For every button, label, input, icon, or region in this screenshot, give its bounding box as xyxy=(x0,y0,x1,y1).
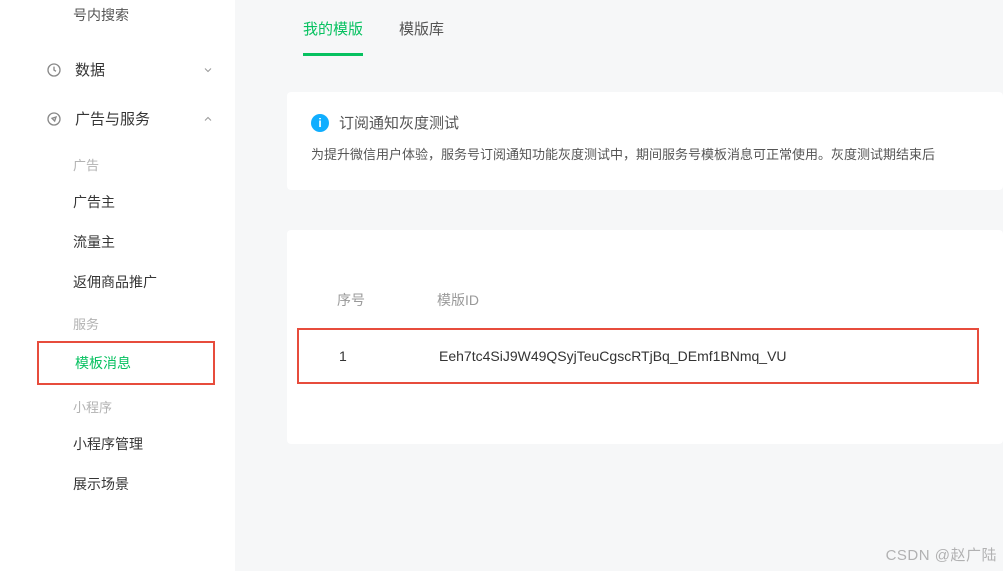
notice-description: 为提升微信用户体验，服务号订阅通知功能灰度测试中，期间服务号模板消息可正常使用。… xyxy=(311,145,979,166)
sidebar-item-advertiser[interactable]: 广告主 xyxy=(45,182,235,222)
chevron-down-icon xyxy=(201,63,215,77)
tab-label: 模版库 xyxy=(399,21,444,38)
sidebar-item-traffic[interactable]: 流量主 xyxy=(45,222,235,262)
sidebar-section-data[interactable]: 数据 xyxy=(45,45,235,94)
sidebar: 号内搜索 数据 广告与服务 广告 广告主 流量主 返佣商品推广 服务 模板消息 … xyxy=(0,0,235,571)
notice-title: 订阅通知灰度测试 xyxy=(339,112,459,133)
sidebar-item-label: 返佣商品推广 xyxy=(73,274,157,290)
sidebar-item-rebate[interactable]: 返佣商品推广 xyxy=(45,262,235,302)
notice-header: i 订阅通知灰度测试 xyxy=(311,112,979,133)
tab-template-library[interactable]: 模版库 xyxy=(399,18,444,56)
sidebar-item-display-scene[interactable]: 展示场景 xyxy=(45,464,235,504)
template-table: 序号 模版ID 1 Eeh7tc4SiJ9W49QSyjTeuCgscRTjBq… xyxy=(287,230,1003,444)
sidebar-item-label: 模板消息 xyxy=(75,355,131,371)
table-header-id: 模版ID xyxy=(437,290,979,310)
sidebar-section-ads-services[interactable]: 广告与服务 xyxy=(45,94,235,143)
table-row[interactable]: 1 Eeh7tc4SiJ9W49QSyjTeuCgscRTjBq_DEmf1BN… xyxy=(297,328,979,384)
notice-card: i 订阅通知灰度测试 为提升微信用户体验，服务号订阅通知功能灰度测试中，期间服务… xyxy=(287,92,1003,190)
table-header-seq: 序号 xyxy=(337,290,437,310)
sidebar-group-service-label: 服务 xyxy=(45,302,235,341)
tab-label: 我的模版 xyxy=(303,21,363,38)
sidebar-item-search[interactable]: 号内搜索 xyxy=(45,0,235,45)
tabs: 我的模版 模版库 xyxy=(235,0,1003,56)
compass-icon xyxy=(45,110,63,128)
info-icon: i xyxy=(311,114,329,132)
chevron-up-icon xyxy=(201,112,215,126)
sidebar-item-mini-manage[interactable]: 小程序管理 xyxy=(45,424,235,464)
sidebar-section-label: 数据 xyxy=(75,59,201,80)
sidebar-item-label: 展示场景 xyxy=(73,476,129,492)
table-cell-id: Eeh7tc4SiJ9W49QSyjTeuCgscRTjBq_DEmf1BNmq… xyxy=(439,348,977,364)
sidebar-item-template-message[interactable]: 模板消息 xyxy=(47,343,213,383)
table-header-row: 序号 模版ID xyxy=(311,290,979,328)
watermark: CSDN @赵广陆 xyxy=(886,544,997,565)
table-cell-seq: 1 xyxy=(325,348,439,364)
sidebar-section-label: 广告与服务 xyxy=(75,108,201,129)
tab-my-templates[interactable]: 我的模版 xyxy=(303,18,363,56)
sidebar-item-label: 小程序管理 xyxy=(73,436,143,452)
clock-icon xyxy=(45,61,63,79)
highlight-box-sidebar: 模板消息 xyxy=(37,341,215,385)
main-content: 我的模版 模版库 i 订阅通知灰度测试 为提升微信用户体验，服务号订阅通知功能灰… xyxy=(235,0,1003,571)
sidebar-item-label: 广告主 xyxy=(73,194,115,210)
sidebar-group-mini-label: 小程序 xyxy=(45,385,235,424)
sidebar-item-label: 号内搜索 xyxy=(73,7,129,23)
sidebar-group-ad-label: 广告 xyxy=(45,143,235,182)
sidebar-item-label: 流量主 xyxy=(73,234,115,250)
